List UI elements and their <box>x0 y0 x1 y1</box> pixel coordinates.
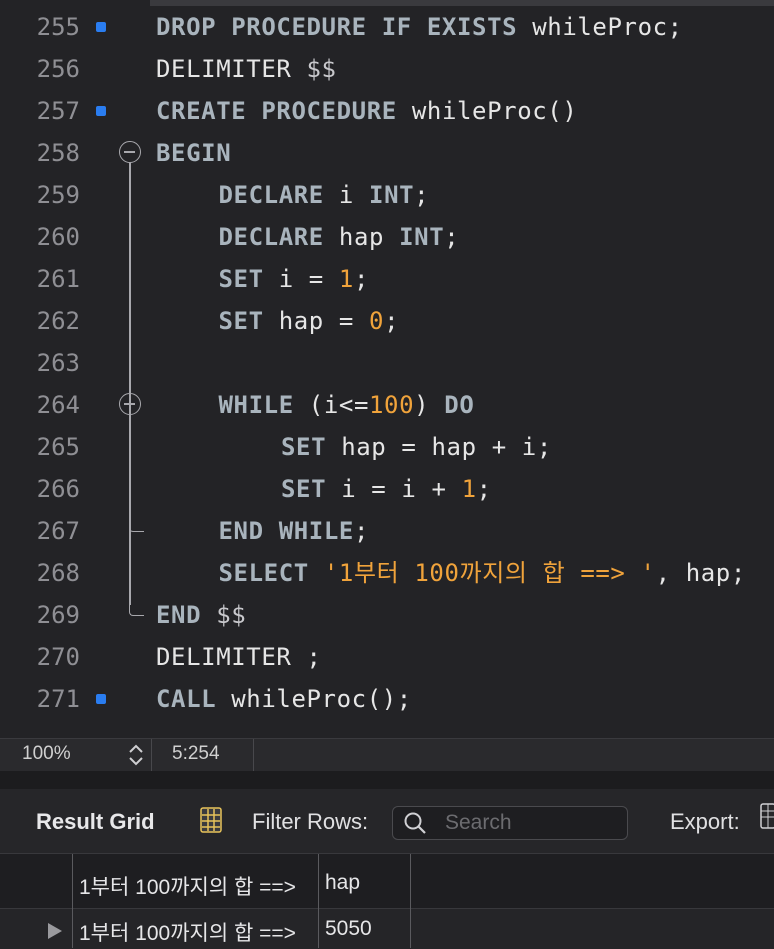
code-text[interactable]: SET i = 1; <box>219 258 370 300</box>
line-number: 261 <box>36 265 80 293</box>
line-number: 257 <box>36 97 80 125</box>
code-line[interactable]: 264 WHILE (i<=100) DO <box>0 384 774 426</box>
code-text[interactable]: WHILE (i<=100) DO <box>219 384 475 426</box>
code-text[interactable]: DECLARE hap INT; <box>219 216 460 258</box>
code-text[interactable]: DECLARE i INT; <box>219 174 430 216</box>
zoom-stepper-icon[interactable] <box>126 742 146 768</box>
search-placeholder: Search <box>445 811 512 834</box>
code-text[interactable]: DELIMITER $$ <box>156 48 337 90</box>
code-line[interactable]: 265 SET hap = hap + i; <box>0 426 774 468</box>
code-line[interactable]: 260 DECLARE hap INT; <box>0 216 774 258</box>
code-line[interactable]: 267 END WHILE; <box>0 510 774 552</box>
line-number: 256 <box>36 55 80 83</box>
column-divider[interactable] <box>318 854 319 948</box>
line-number: 267 <box>36 517 80 545</box>
line-number: 259 <box>36 181 80 209</box>
fold-guide <box>129 163 131 605</box>
column-header[interactable]: hap <box>325 871 360 895</box>
search-icon <box>404 812 426 834</box>
export-label: Export: <box>670 809 740 834</box>
column-header[interactable]: 1부터 100까지의 합 ==> <box>79 871 296 901</box>
code-line[interactable]: 256 DELIMITER $$ <box>0 48 774 90</box>
code-line[interactable]: 261 SET i = 1; <box>0 258 774 300</box>
line-number: 265 <box>36 433 80 461</box>
line-number: 255 <box>36 13 80 41</box>
line-number: 260 <box>36 223 80 251</box>
code-text[interactable]: CREATE PROCEDURE whileProc() <box>156 90 577 132</box>
fold-collapse-icon[interactable] <box>119 141 141 163</box>
code-text[interactable]: CALL whileProc(); <box>156 678 412 720</box>
code-text[interactable]: DROP PROCEDURE IF EXISTS whileProc; <box>156 6 683 48</box>
filter-rows-label: Filter Rows: <box>252 809 369 834</box>
code-text[interactable]: SELECT '1부터 100까지의 합 ==> ', hap; <box>219 552 746 594</box>
code-line[interactable]: 255 DROP PROCEDURE IF EXISTS whileProc; <box>0 6 774 48</box>
zoom-level[interactable]: 100% <box>22 743 71 765</box>
line-number: 271 <box>36 685 80 713</box>
statement-marker-icon[interactable] <box>96 694 106 704</box>
code-line[interactable]: 257 CREATE PROCEDURE whileProc() <box>0 90 774 132</box>
line-number: 270 <box>36 643 80 671</box>
status-divider <box>151 739 152 771</box>
code-line[interactable]: 271 CALL whileProc(); <box>0 678 774 720</box>
code-text[interactable]: SET hap = hap + i; <box>281 426 552 468</box>
code-line[interactable]: 268 SELECT '1부터 100까지의 합 ==> ', hap; <box>0 552 774 594</box>
code-line[interactable]: 258 BEGIN <box>0 132 774 174</box>
code-text[interactable]: SET i = i + 1; <box>281 468 492 510</box>
line-number: 263 <box>36 349 80 377</box>
result-grid-title[interactable]: Result Grid <box>36 809 155 835</box>
table-cell[interactable]: 1부터 100까지의 합 ==> <box>79 917 296 947</box>
code-text[interactable]: END WHILE; <box>219 510 370 552</box>
code-text[interactable]: DELIMITER ; <box>156 636 322 678</box>
grid-header-row: 1부터 100까지의 합 ==> hap <box>0 854 774 908</box>
column-divider[interactable] <box>72 854 73 948</box>
fold-end-icon <box>129 605 144 616</box>
cursor-position: 5:254 <box>172 743 220 764</box>
panel-divider[interactable] <box>0 771 774 789</box>
table-cell[interactable]: 5050 <box>325 917 372 941</box>
code-line[interactable]: 269 END $$ <box>0 594 774 636</box>
status-divider <box>253 739 254 771</box>
table-row[interactable]: 1부터 100까지의 합 ==> 5050 <box>0 908 774 949</box>
line-number: 266 <box>36 475 80 503</box>
line-number: 262 <box>36 307 80 335</box>
search-input[interactable]: Search <box>392 806 628 840</box>
editor-status-bar: 100% 5:254 <box>0 738 774 771</box>
row-pointer-icon <box>48 923 62 939</box>
result-toolbar: Result Grid Filter Rows: Search Export: <box>0 789 774 854</box>
code-line[interactable]: 270 DELIMITER ; <box>0 636 774 678</box>
grid-layout-icon[interactable] <box>200 807 222 833</box>
export-icon[interactable] <box>760 803 774 829</box>
code-line[interactable]: 262 SET hap = 0; <box>0 300 774 342</box>
sql-editor[interactable]: 255 DROP PROCEDURE IF EXISTS whileProc; 25… <box>0 0 774 738</box>
line-number: 264 <box>36 391 80 419</box>
result-grid[interactable]: 1부터 100까지의 합 ==> hap 1부터 100까지의 합 ==> 50… <box>0 854 774 949</box>
code-line[interactable]: 266 SET i = i + 1; <box>0 468 774 510</box>
code-text[interactable]: SET hap = 0; <box>219 300 400 342</box>
column-divider[interactable] <box>410 854 411 948</box>
code-line[interactable]: 263 <box>0 342 774 384</box>
statement-marker-icon[interactable] <box>96 22 106 32</box>
code-line[interactable]: 259 DECLARE i INT; <box>0 174 774 216</box>
code-text[interactable]: BEGIN <box>156 132 231 174</box>
code-text[interactable]: END $$ <box>156 594 246 636</box>
statement-marker-icon[interactable] <box>96 106 106 116</box>
line-number: 268 <box>36 559 80 587</box>
line-number: 258 <box>36 139 80 167</box>
fold-end-icon <box>129 521 144 532</box>
line-number: 269 <box>36 601 80 629</box>
